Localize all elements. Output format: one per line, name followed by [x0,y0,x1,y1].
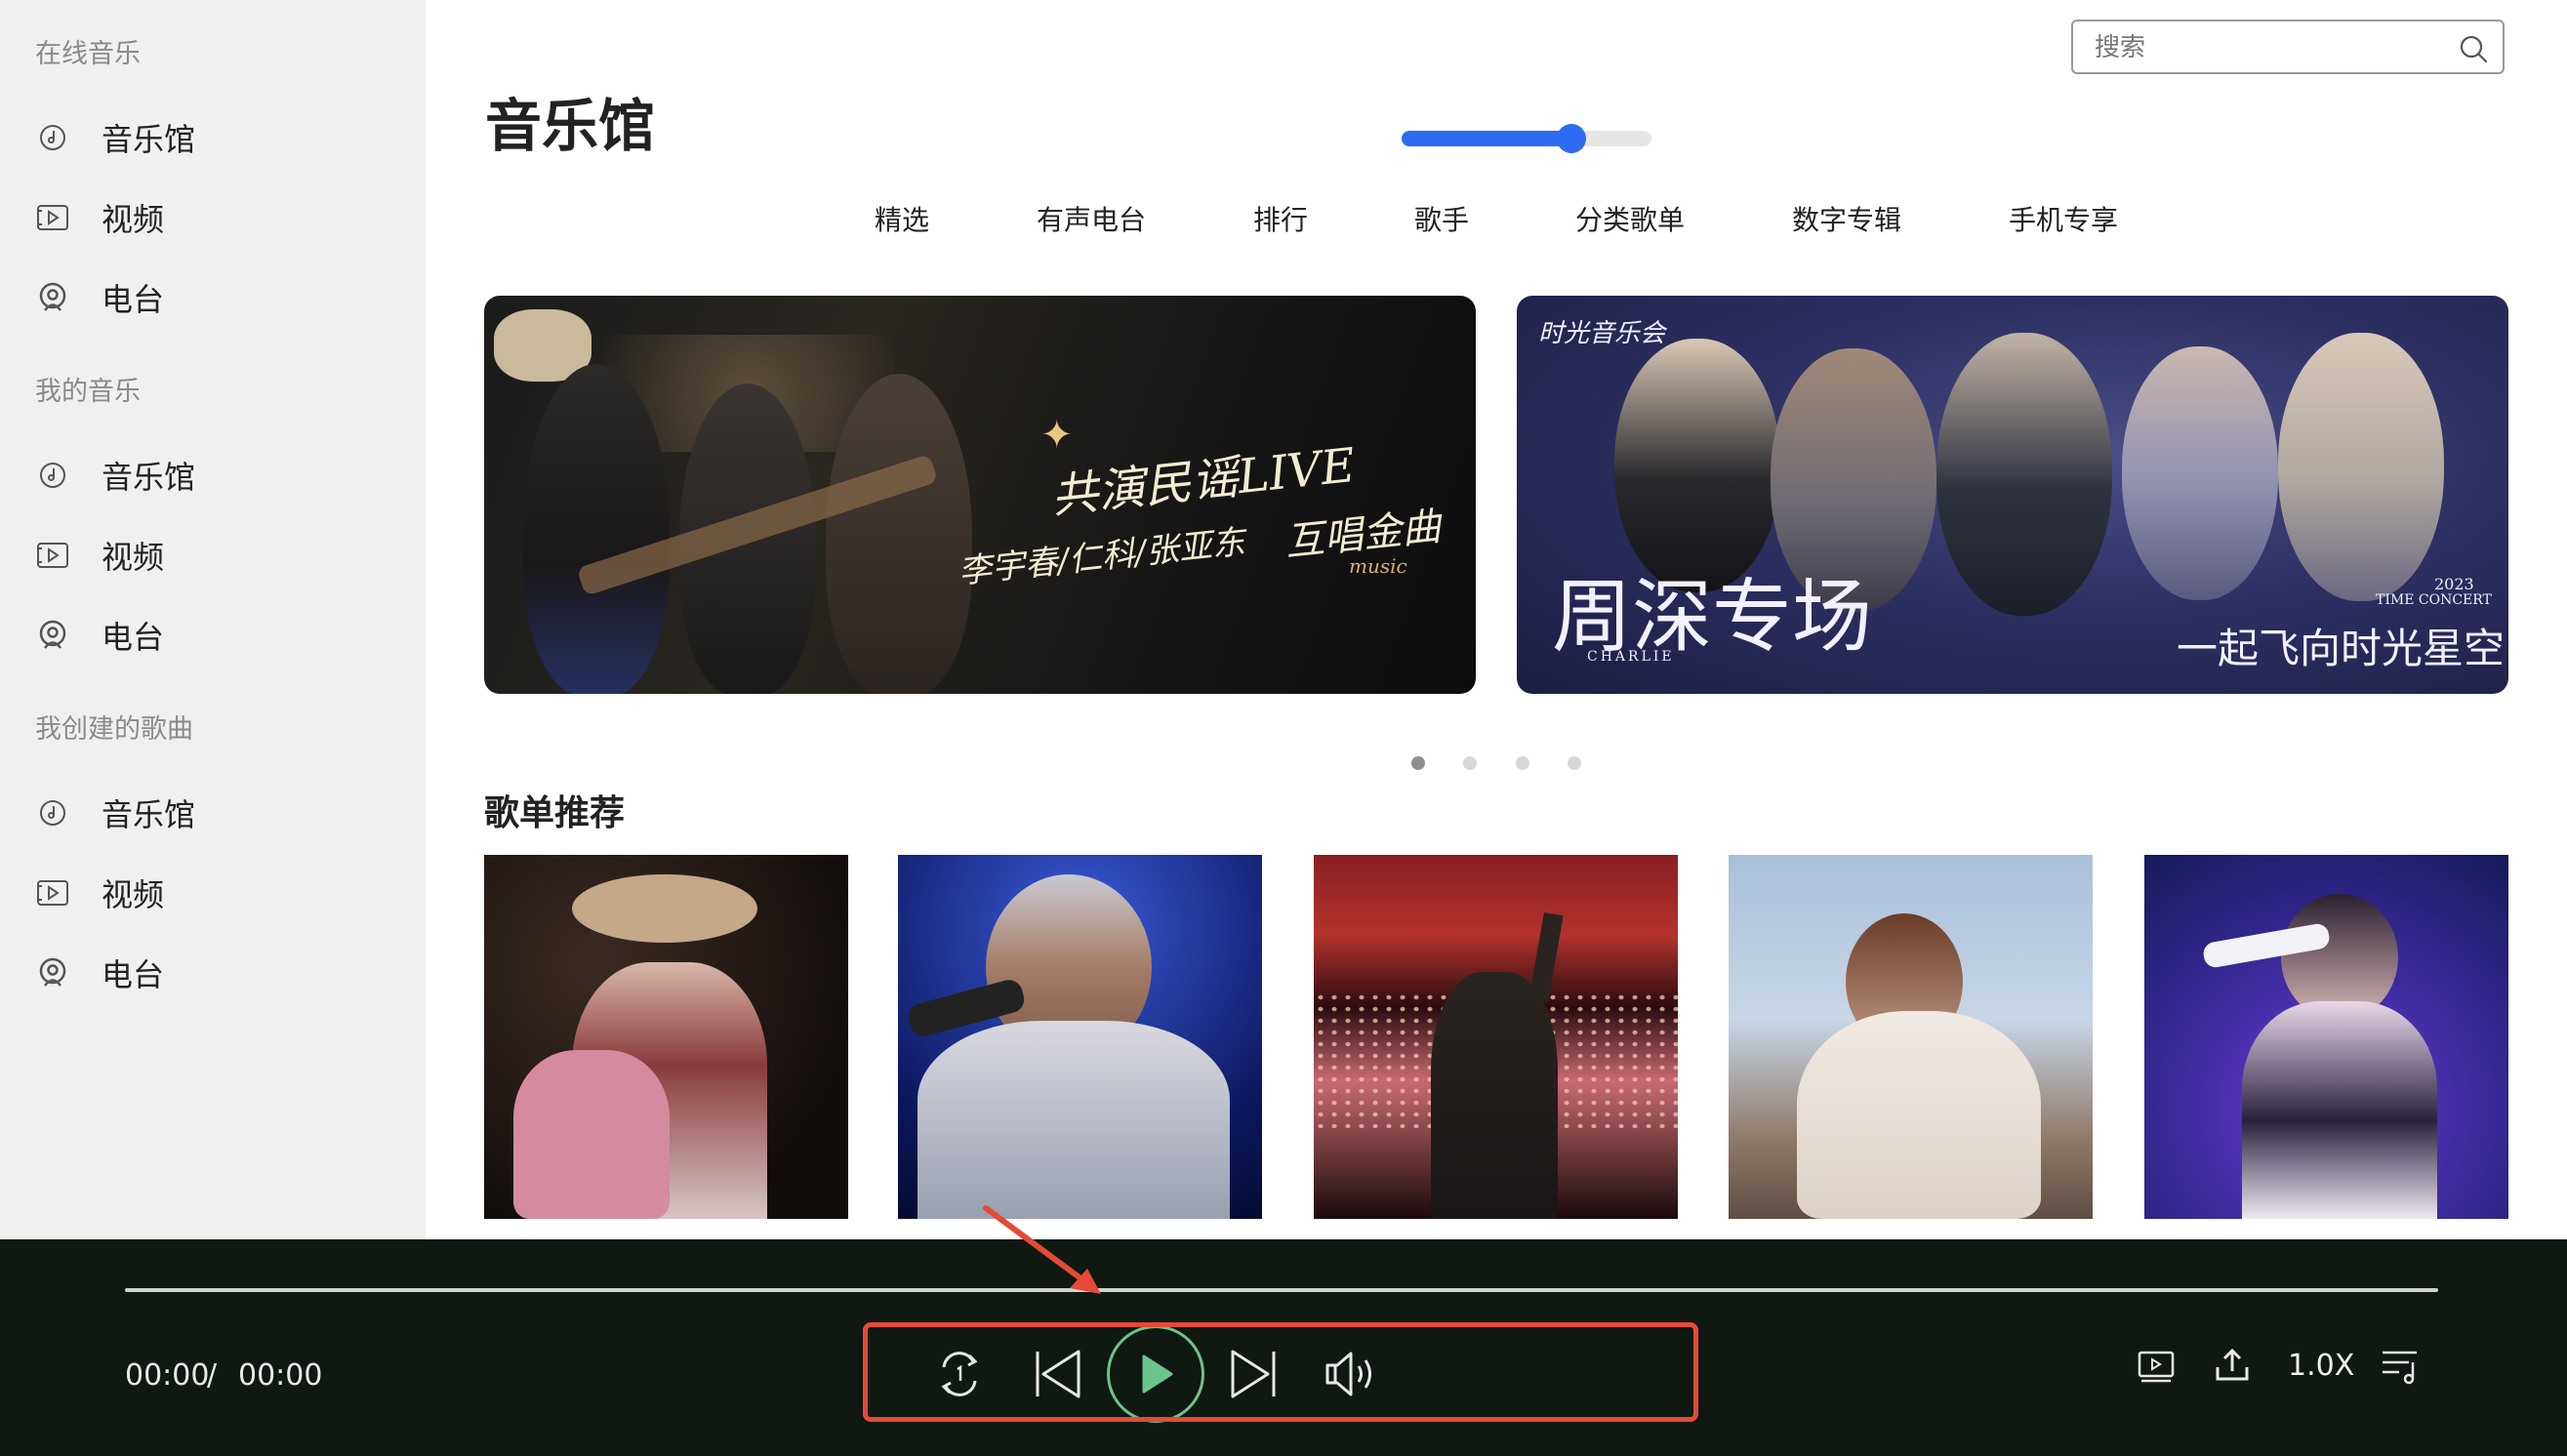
sidebar-item-music-hall[interactable]: 音乐馆 [35,789,195,837]
sidebar-item-label: 视频 [102,539,165,576]
sidebar-item-radio[interactable]: 电台 [35,273,164,322]
person-jacket [917,1021,1230,1219]
sidebar-item-label: 视频 [102,876,165,913]
performer-figure [826,374,972,694]
sidebar-item-label: 音乐馆 [102,459,196,496]
banner-folk-live[interactable]: 共演民谣LIVE 李宇春/仁科/张亚东 互唱金曲 music ✦ [484,296,1476,694]
search-icon[interactable] [2458,33,2489,64]
video-icon [35,538,70,573]
sidebar-item-label: 视频 [102,201,165,238]
mv-button[interactable] [2134,1345,2179,1390]
total-time: 00:00 [238,1358,323,1393]
carousel-dot[interactable] [1411,756,1425,770]
sidebar-item-radio[interactable]: 电台 [35,949,164,997]
progress-bar[interactable] [125,1288,2438,1292]
playlist-card[interactable] [1314,855,1678,1219]
tab-digital-albums[interactable]: 数字专辑 [1792,199,1901,238]
performer-figure [2278,333,2444,601]
search-box [2071,20,2505,74]
toy-horse [513,1050,670,1219]
radio-icon [35,280,70,315]
tab-category-playlists[interactable]: 分类歌单 [1575,199,1685,238]
sidebar: 在线音乐 音乐馆 视频 电台 我的音乐 音乐馆 视频 电台 我创建的歌曲 音乐馆… [0,0,426,1239]
performer-figure [523,364,670,694]
sidebar-section-title: 我创建的歌曲 [35,714,193,745]
sidebar-section-title: 在线音乐 [35,39,141,69]
banner-tagline: 一起飞向时光星空 [2177,625,2506,672]
person-dress [1797,1011,2041,1219]
sidebar-item-video[interactable]: 视频 [35,869,164,917]
performer-figure [2122,346,2278,600]
carousel-dot[interactable] [1516,756,1529,770]
carousel-dot[interactable] [1568,756,1581,770]
music-disc-icon [35,795,70,830]
tab-charts[interactable]: 排行 [1253,199,1308,238]
playlist-card[interactable] [898,855,1262,1219]
sparkle-icon: ✦ [1040,413,1074,458]
banner-concert-label: TIME CONCERT [2376,592,2492,608]
music-disc-icon [35,458,70,493]
previous-button[interactable] [1027,1347,1087,1401]
sidebar-item-music-hall[interactable]: 音乐馆 [35,113,195,162]
banner-subtitle: 李宇春/仁科/张亚东 [957,522,1247,592]
sidebar-item-label: 音乐馆 [102,796,196,833]
mv-icon [2138,1351,2175,1383]
sidebar-item-music-hall[interactable]: 音乐馆 [35,451,195,500]
playlist-section-title: 歌单推荐 [484,793,626,833]
search-input[interactable] [2093,29,2448,66]
sidebar-item-video[interactable]: 视频 [35,531,164,580]
cowboy-hat [572,874,757,943]
share-button[interactable] [2210,1343,2255,1388]
volume-slider-track[interactable] [1402,131,1651,146]
sidebar-item-video[interactable]: 视频 [35,193,164,242]
raised-arm [1528,911,1564,1003]
skip-next-icon [1231,1350,1276,1398]
repeat-one-button[interactable] [929,1347,990,1401]
banner-zhou-shen-concert[interactable]: 时光音乐会 周深专场 CHARLIE 2023 TIME CONCERT 一起飞… [1517,296,2508,694]
tab-audio-radio[interactable]: 有声电台 [1037,199,1146,238]
performer-figure [1431,972,1558,1219]
performer-figure [1936,333,2112,616]
playlist-icon [2383,1351,2417,1385]
banner-brand: 时光音乐会 [1538,319,1666,348]
time-separator: / [207,1358,218,1393]
carousel-dot[interactable] [1463,756,1477,770]
current-time: 00:00 [125,1358,210,1393]
play-icon [1142,1355,1173,1394]
video-icon [35,200,70,235]
upload-icon [2216,1348,2249,1381]
video-icon [35,875,70,910]
banner-year: 2023 [2434,575,2474,593]
banner-music-script: music [1349,554,1407,578]
next-button[interactable] [1224,1347,1284,1401]
playback-speed-button[interactable]: 1.0X [2288,1349,2354,1383]
playlist-card[interactable] [2144,855,2508,1219]
volume-button[interactable] [1320,1347,1382,1401]
sidebar-section-title: 我的音乐 [35,377,141,407]
playlist-card[interactable] [484,855,848,1219]
playlist-card[interactable] [1729,855,2093,1219]
speaker-icon [1325,1352,1371,1396]
sidebar-item-radio[interactable]: 电台 [35,611,164,660]
banner-subtitle: CHARLIE [1587,649,1675,665]
sidebar-item-label: 电台 [102,956,165,993]
radio-icon [35,955,70,991]
sidebar-item-label: 音乐馆 [102,121,196,158]
tab-featured[interactable]: 精选 [875,199,929,238]
tab-mobile-exclusive[interactable]: 手机专享 [2009,199,2118,238]
tab-singers[interactable]: 歌手 [1414,199,1469,238]
person-dress [2242,1001,2437,1219]
playlist-queue-button[interactable] [2378,1345,2423,1388]
volume-slider-thumb[interactable] [1557,124,1587,153]
skip-previous-icon [1036,1350,1080,1398]
repeat-one-icon [941,1352,978,1396]
volume-slider-fill [1402,131,1572,146]
sidebar-item-label: 电台 [102,281,165,318]
sidebar-item-label: 电台 [102,619,165,656]
annotation-arrow-icon [983,1205,1101,1294]
radio-icon [35,618,70,653]
page-title: 音乐馆 [485,93,656,159]
play-button[interactable] [1107,1325,1204,1423]
music-disc-icon [35,120,70,155]
